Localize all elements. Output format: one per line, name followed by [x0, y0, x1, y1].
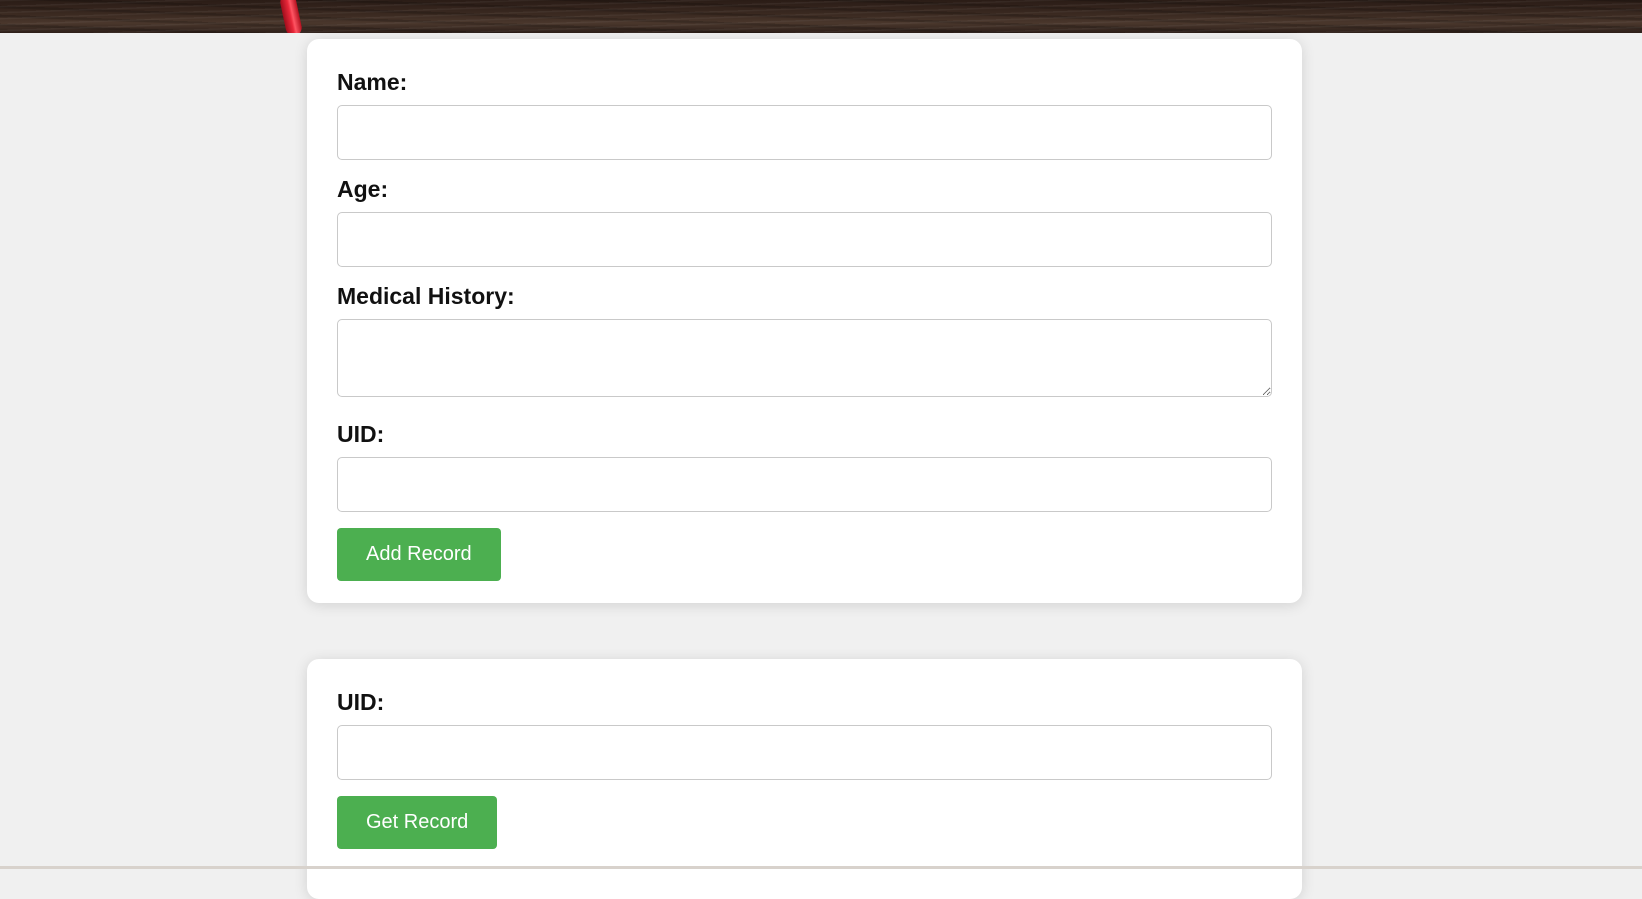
add-record-button[interactable]: Add Record: [337, 528, 501, 581]
get-uid-input[interactable]: [337, 725, 1272, 780]
age-label: Age:: [337, 176, 389, 202]
medical-history-label: Medical History:: [337, 283, 515, 309]
add-record-form: Name: Age: Medical History: UID: Add Rec…: [307, 39, 1302, 603]
get-uid-label: UID:: [337, 689, 385, 715]
uid-label: UID:: [337, 421, 385, 447]
name-label: Name:: [337, 69, 408, 95]
wood-texture: [0, 0, 1642, 33]
name-input[interactable]: [337, 105, 1272, 160]
medical-history-textarea[interactable]: [337, 319, 1272, 397]
header-background-image: [0, 0, 1642, 33]
age-input[interactable]: [337, 212, 1272, 267]
uid-input[interactable]: [337, 457, 1272, 512]
get-record-form: UID: Get Record: [307, 659, 1302, 899]
get-record-button[interactable]: Get Record: [337, 796, 498, 849]
